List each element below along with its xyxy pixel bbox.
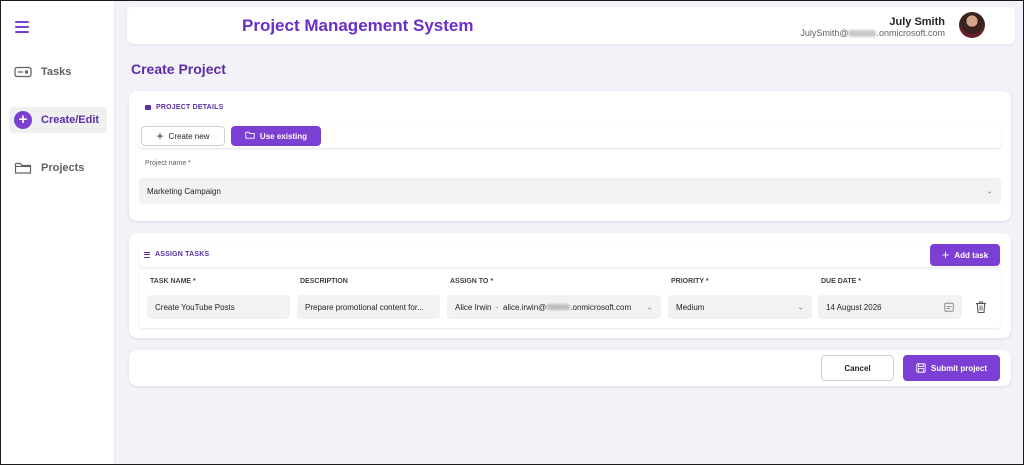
add-circle-icon: + <box>13 110 33 130</box>
sidebar-item-create-edit[interactable]: + Create/Edit <box>9 107 107 133</box>
main-content: Project Management System July Smith Jul… <box>115 1 1023 464</box>
list-icon <box>144 251 150 258</box>
app-window: Tasks + Create/Edit Projects Project Man… <box>0 0 1024 465</box>
sidebar: Tasks + Create/Edit Projects <box>1 1 115 464</box>
user-email: JulySmith@ .onmicrosoft.com <box>800 28 945 38</box>
project-name-dropdown[interactable]: Marketing Campaign ⌄ <box>139 178 1001 204</box>
folder-icon <box>13 158 33 178</box>
task-description-input[interactable]: Prepare promotional content for... <box>297 295 440 319</box>
form-actions-card: Cancel Submit project <box>129 350 1011 386</box>
delete-task-icon[interactable] <box>974 300 988 314</box>
sidebar-item-label: Tasks <box>41 66 72 78</box>
project-mode-toolbar: + Create new Use existing <box>139 124 1001 148</box>
sidebar-item-label: Create/Edit <box>41 114 100 126</box>
save-icon <box>916 363 926 373</box>
project-details-heading: PROJECT DETAILS <box>145 104 223 111</box>
hamburger-menu-icon[interactable] <box>15 21 29 33</box>
chevron-down-icon: ⌄ <box>797 302 804 312</box>
column-header-task-name: TASK NAME * <box>150 278 196 285</box>
page-title: Create Project <box>131 61 226 77</box>
create-new-button[interactable]: + Create new <box>141 126 225 146</box>
assign-tasks-header <box>139 243 1001 267</box>
task-card-icon <box>13 62 33 82</box>
column-header-priority: PRIORITY * <box>671 278 709 285</box>
folder-icon <box>245 131 255 141</box>
column-header-assign-to: ASSIGN TO * <box>450 278 494 285</box>
assign-tasks-heading: ASSIGN TASKS <box>144 251 209 258</box>
project-name-label: Project name * <box>145 160 191 167</box>
sidebar-item-tasks[interactable]: Tasks <box>9 59 107 85</box>
due-date-picker[interactable]: 14 August 2026 <box>818 295 962 319</box>
calendar-icon[interactable] <box>944 302 954 312</box>
header-bar: Project Management System July Smith Jul… <box>127 7 1015 44</box>
sidebar-item-label: Projects <box>41 162 85 174</box>
sidebar-item-projects[interactable]: Projects <box>9 155 107 181</box>
project-details-card: PROJECT DETAILS + Create new Use existin… <box>129 91 1011 221</box>
folder-icon <box>145 105 151 110</box>
assign-tasks-card: ASSIGN TASKS + Add task TASK NAME * DESC… <box>129 233 1011 338</box>
column-header-due-date: DUE DATE * <box>821 278 861 285</box>
cancel-button[interactable]: Cancel <box>821 355 894 381</box>
redacted-text <box>546 304 571 310</box>
task-name-input[interactable]: Create YouTube Posts <box>147 295 290 319</box>
user-name: July Smith <box>889 16 945 28</box>
add-task-button[interactable]: + Add task <box>930 244 1000 266</box>
assign-to-dropdown[interactable]: Alice Irwin · alice.irwin@ .onmicrosoft.c… <box>447 295 661 319</box>
submit-project-button[interactable]: Submit project <box>903 355 1000 381</box>
chevron-down-icon: ⌄ <box>646 302 653 312</box>
use-existing-button[interactable]: Use existing <box>231 126 321 146</box>
app-title: Project Management System <box>242 16 474 35</box>
column-header-description: DESCRIPTION <box>300 278 348 285</box>
chevron-down-icon: ⌄ <box>986 186 993 196</box>
plus-icon: + <box>941 247 950 262</box>
plus-icon: + <box>156 129 164 143</box>
avatar[interactable] <box>959 12 985 38</box>
redacted-text <box>848 30 877 38</box>
priority-dropdown[interactable]: Medium ⌄ <box>668 295 812 319</box>
